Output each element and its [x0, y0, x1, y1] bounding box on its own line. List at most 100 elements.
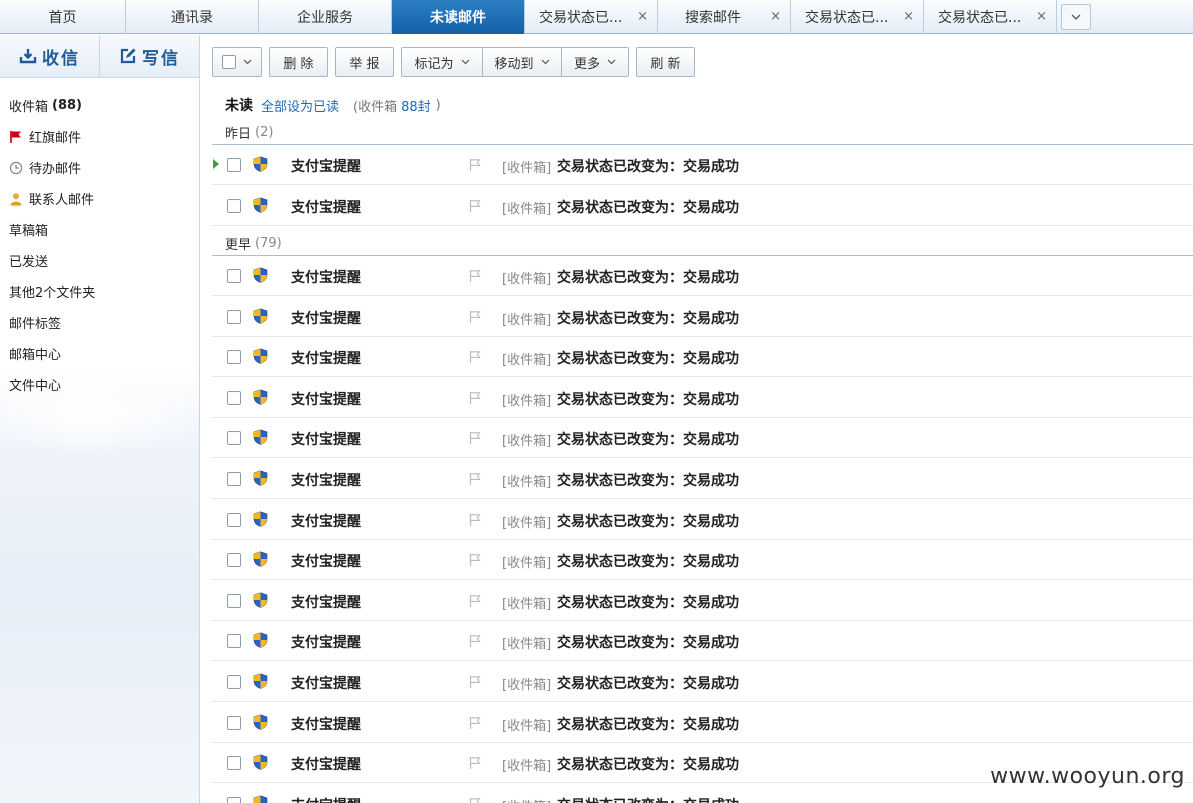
close-icon[interactable]: ×	[637, 9, 648, 24]
shield-icon	[253, 714, 268, 734]
table-row[interactable]: 支付宝提醒 [收件箱] 交易状态已改变为：交易成功	[212, 145, 1193, 185]
flag-icon[interactable]	[468, 199, 482, 217]
row-checkbox[interactable]	[227, 796, 241, 803]
tab-home[interactable]: 首页	[0, 0, 126, 34]
table-row[interactable]: 支付宝提醒 [收件箱] 交易状态已改变为：交易成功	[212, 500, 1193, 540]
row-checkbox[interactable]	[227, 350, 241, 365]
tab-search-mail[interactable]: 搜索邮件 ×	[658, 0, 791, 34]
folder-label: 已发送	[9, 255, 49, 270]
flag-icon[interactable]	[468, 431, 482, 449]
move-to-dropdown[interactable]: 移动到	[482, 47, 561, 77]
receive-mail-button[interactable]: 收信	[0, 35, 99, 77]
row-checkbox[interactable]	[227, 715, 241, 730]
table-row[interactable]: 支付宝提醒 [收件箱] 交易状态已改变为：交易成功	[212, 337, 1193, 378]
mark-as-dropdown[interactable]: 标记为	[401, 47, 482, 77]
refresh-button[interactable]: 刷 新	[636, 47, 695, 77]
select-all-checkbox[interactable]	[222, 55, 236, 69]
row-checkbox[interactable]	[227, 756, 241, 771]
date-group-header[interactable]: 更早 (79)	[225, 235, 282, 253]
shield-icon	[253, 348, 268, 368]
compose-mail-button[interactable]: 写信	[99, 35, 199, 77]
table-row[interactable]: 支付宝提醒 [收件箱] 交易状态已改变为：交易成功	[212, 703, 1193, 743]
row-checkbox[interactable]	[227, 390, 241, 405]
table-row[interactable]: 支付宝提醒 [收件箱] 交易状态已改变为：交易成功	[212, 459, 1193, 499]
tab-overflow-button[interactable]	[1061, 4, 1091, 30]
sidebar-item-flagged[interactable]: 红旗邮件	[0, 121, 199, 152]
tab-label: 首页	[48, 10, 77, 26]
shield-icon	[253, 156, 268, 176]
tab-label: 企业服务	[297, 10, 353, 26]
row-checkbox[interactable]	[227, 269, 241, 283]
flag-icon[interactable]	[468, 756, 482, 774]
table-row[interactable]: 支付宝提醒 [收件箱] 交易状态已改变为：交易成功	[212, 418, 1193, 459]
tab-enterprise-services[interactable]: 企业服务	[259, 0, 392, 34]
refresh-label: 刷 新	[650, 56, 681, 72]
flag-icon[interactable]	[468, 553, 482, 571]
row-checkbox[interactable]	[227, 472, 241, 486]
row-checkbox[interactable]	[227, 593, 241, 608]
mail-subject: 交易状态已改变为：交易成功	[557, 432, 739, 449]
table-row[interactable]: 支付宝提醒 [收件箱] 交易状态已改变为：交易成功	[212, 378, 1193, 418]
sidebar-item-drafts[interactable]: 草稿箱	[0, 214, 199, 245]
flag-icon[interactable]	[468, 513, 482, 531]
sidebar-item-contact-mail[interactable]: 联系人邮件	[0, 183, 199, 214]
flag-icon[interactable]	[468, 472, 482, 490]
table-row[interactable]: 支付宝提醒 [收件箱] 交易状态已改变为：交易成功	[212, 621, 1193, 662]
flag-icon[interactable]	[468, 675, 482, 693]
flag-icon[interactable]	[468, 269, 482, 287]
sidebar-item-other-folders[interactable]: 其他2个文件夹	[0, 276, 199, 307]
tab-mail-1[interactable]: 交易状态已... ×	[525, 0, 658, 34]
select-all-dropdown[interactable]	[212, 47, 262, 77]
flag-icon[interactable]	[468, 797, 482, 803]
sidebar-item-mailbox-center[interactable]: 邮箱中心	[0, 338, 199, 369]
table-row[interactable]: 支付宝提醒 [收件箱] 交易状态已改变为：交易成功	[212, 662, 1193, 702]
folder-label: 红旗邮件	[29, 131, 82, 146]
row-checkbox[interactable]	[227, 158, 241, 172]
table-row[interactable]: 支付宝提醒 [收件箱] 交易状态已改变为：交易成功	[212, 297, 1193, 337]
inbox-count-link[interactable]: 88封	[401, 96, 431, 115]
row-checkbox[interactable]	[227, 553, 241, 568]
tab-mail-2[interactable]: 交易状态已... ×	[791, 0, 924, 34]
tab-mail-3[interactable]: 交易状态已... ×	[924, 0, 1057, 34]
delete-button[interactable]: 删 除	[269, 47, 328, 77]
flag-icon[interactable]	[468, 634, 482, 652]
table-row[interactable]: 支付宝提醒 [收件箱] 交易状态已改变为：交易成功	[212, 581, 1193, 621]
table-row[interactable]: 支付宝提醒 [收件箱] 交易状态已改变为：交易成功	[212, 540, 1193, 581]
flag-icon[interactable]	[468, 350, 482, 368]
move-label: 移动到	[494, 56, 534, 72]
row-checkbox[interactable]	[227, 309, 241, 324]
shield-icon	[253, 551, 268, 571]
table-row[interactable]: 支付宝提醒 [收件箱] 交易状态已改变为：交易成功	[212, 186, 1193, 226]
folder-tag: [收件箱]	[502, 312, 552, 328]
date-group-header[interactable]: 昨日 (2)	[225, 124, 273, 142]
close-icon[interactable]: ×	[903, 9, 914, 24]
flag-icon[interactable]	[468, 594, 482, 612]
report-spam-button[interactable]: 举 报	[335, 47, 394, 77]
folder-tag: [收件箱]	[502, 353, 552, 369]
folder-label: 邮件标签	[9, 317, 62, 332]
row-checkbox[interactable]	[227, 675, 241, 689]
sidebar-item-sent[interactable]: 已发送	[0, 245, 199, 276]
sender-name: 支付宝提醒	[291, 473, 361, 489]
close-icon[interactable]: ×	[1036, 9, 1047, 24]
watermark: www.wooyun.org	[990, 764, 1185, 789]
flag-icon[interactable]	[468, 158, 482, 176]
mark-all-read-link[interactable]: 全部设为已读	[261, 96, 339, 115]
row-checkbox[interactable]	[227, 431, 241, 446]
sidebar-item-mail-tags[interactable]: 邮件标签	[0, 307, 199, 338]
tab-contacts[interactable]: 通讯录	[126, 0, 259, 34]
row-checkbox[interactable]	[227, 634, 241, 649]
flag-icon[interactable]	[468, 391, 482, 409]
row-checkbox[interactable]	[227, 199, 241, 213]
flag-icon[interactable]	[468, 716, 482, 734]
sidebar-item-inbox[interactable]: 收件箱 (88)	[0, 90, 199, 121]
more-dropdown[interactable]: 更多	[561, 47, 629, 77]
table-row[interactable]: 支付宝提醒 [收件箱] 交易状态已改变为：交易成功	[212, 256, 1193, 296]
sidebar-item-file-center[interactable]: 文件中心	[0, 369, 199, 400]
tab-unread-mail[interactable]: 未读邮件	[392, 0, 525, 34]
close-icon[interactable]: ×	[770, 9, 781, 24]
flag-icon[interactable]	[468, 310, 482, 328]
row-checkbox[interactable]	[227, 512, 241, 527]
folder-tag: [收件箱]	[502, 556, 552, 572]
sidebar-item-todo[interactable]: 待办邮件	[0, 152, 199, 183]
